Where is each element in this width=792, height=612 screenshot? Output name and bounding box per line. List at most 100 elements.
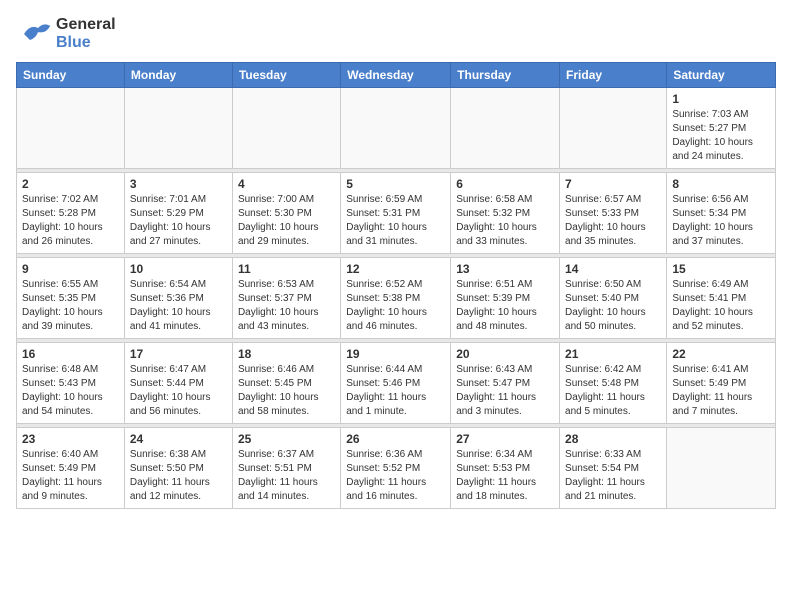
calendar-cell: 27 Sunrise: 6:34 AM Sunset: 5:53 PM Dayli… — [451, 428, 560, 509]
logo: General Blue — [16, 16, 116, 52]
calendar-cell: 12 Sunrise: 6:52 AM Sunset: 5:38 PM Dayli… — [341, 258, 451, 339]
calendar-cell: 4 Sunrise: 7:00 AM Sunset: 5:30 PM Daylig… — [232, 173, 340, 254]
week-row-4: 16 Sunrise: 6:48 AM Sunset: 5:43 PM Dayli… — [17, 343, 776, 424]
calendar-cell — [341, 88, 451, 169]
day-info: Sunrise: 6:41 AM Sunset: 5:49 PM Dayligh… — [672, 363, 770, 419]
calendar-cell: 2 Sunrise: 7:02 AM Sunset: 5:28 PM Daylig… — [17, 173, 125, 254]
calendar-cell: 22 Sunrise: 6:41 AM Sunset: 5:49 PM Dayli… — [667, 343, 776, 424]
calendar-cell: 7 Sunrise: 6:57 AM Sunset: 5:33 PM Daylig… — [560, 173, 667, 254]
day-info: Sunrise: 6:37 AM Sunset: 5:51 PM Dayligh… — [238, 448, 335, 504]
day-number: 13 — [456, 262, 554, 276]
week-row-1: 1 Sunrise: 7:03 AM Sunset: 5:27 PM Daylig… — [17, 88, 776, 169]
calendar-cell: 9Sunrise: 6:55 AM Sunset: 5:35 PM Daylig… — [17, 258, 125, 339]
day-info: Sunrise: 6:52 AM Sunset: 5:38 PM Dayligh… — [346, 278, 445, 334]
calendar-cell: 3 Sunrise: 7:01 AM Sunset: 5:29 PM Daylig… — [124, 173, 232, 254]
day-info: Sunrise: 6:57 AM Sunset: 5:33 PM Dayligh… — [565, 193, 661, 249]
day-number: 26 — [346, 432, 445, 446]
day-info: Sunrise: 7:01 AM Sunset: 5:29 PM Dayligh… — [130, 193, 227, 249]
calendar-cell: 8 Sunrise: 6:56 AM Sunset: 5:34 PM Daylig… — [667, 173, 776, 254]
day-info: Sunrise: 6:42 AM Sunset: 5:48 PM Dayligh… — [565, 363, 661, 419]
day-info: Sunrise: 6:53 AM Sunset: 5:37 PM Dayligh… — [238, 278, 335, 334]
calendar-cell: 10 Sunrise: 6:54 AM Sunset: 5:36 PM Dayli… — [124, 258, 232, 339]
calendar-table: SundayMondayTuesdayWednesdayThursdayFrid… — [16, 62, 776, 509]
day-info: Sunrise: 6:48 AM Sunset: 5:43 PM Dayligh… — [22, 363, 119, 419]
calendar-cell: 23 Sunrise: 6:40 AM Sunset: 5:49 PM Dayli… — [17, 428, 125, 509]
calendar-cell: 17Sunrise: 6:47 AM Sunset: 5:44 PM Dayli… — [124, 343, 232, 424]
calendar-cell: 20 Sunrise: 6:43 AM Sunset: 5:47 PM Dayli… — [451, 343, 560, 424]
day-number: 7 — [565, 177, 661, 191]
day-info: Sunrise: 7:03 AM Sunset: 5:27 PM Dayligh… — [672, 108, 770, 164]
day-number: 5 — [346, 177, 445, 191]
day-number: 17 — [130, 347, 227, 361]
day-number: 15 — [672, 262, 770, 276]
day-info: Sunrise: 6:51 AM Sunset: 5:39 PM Dayligh… — [456, 278, 554, 334]
day-info: Sunrise: 6:46 AM Sunset: 5:45 PM Dayligh… — [238, 363, 335, 419]
day-info: Sunrise: 6:56 AM Sunset: 5:34 PM Dayligh… — [672, 193, 770, 249]
calendar-cell: 6Sunrise: 6:58 AM Sunset: 5:32 PM Daylig… — [451, 173, 560, 254]
day-number: 18 — [238, 347, 335, 361]
weekday-header-tuesday: Tuesday — [232, 63, 340, 88]
day-number: 2 — [22, 177, 119, 191]
day-info: Sunrise: 6:58 AM Sunset: 5:32 PM Dayligh… — [456, 193, 554, 249]
page-header: General Blue — [16, 16, 776, 52]
day-number: 20 — [456, 347, 554, 361]
day-number: 3 — [130, 177, 227, 191]
day-number: 4 — [238, 177, 335, 191]
day-info: Sunrise: 6:34 AM Sunset: 5:53 PM Dayligh… — [456, 448, 554, 504]
calendar-cell: 13 Sunrise: 6:51 AM Sunset: 5:39 PM Dayli… — [451, 258, 560, 339]
day-info: Sunrise: 6:50 AM Sunset: 5:40 PM Dayligh… — [565, 278, 661, 334]
day-number: 9 — [22, 262, 119, 276]
calendar-cell: 21 Sunrise: 6:42 AM Sunset: 5:48 PM Dayli… — [560, 343, 667, 424]
day-info: Sunrise: 6:40 AM Sunset: 5:49 PM Dayligh… — [22, 448, 119, 504]
weekday-header-friday: Friday — [560, 63, 667, 88]
day-number: 27 — [456, 432, 554, 446]
day-info: Sunrise: 6:43 AM Sunset: 5:47 PM Dayligh… — [456, 363, 554, 419]
day-info: Sunrise: 6:49 AM Sunset: 5:41 PM Dayligh… — [672, 278, 770, 334]
week-row-5: 23 Sunrise: 6:40 AM Sunset: 5:49 PM Dayli… — [17, 428, 776, 509]
calendar-cell: 25 Sunrise: 6:37 AM Sunset: 5:51 PM Dayli… — [232, 428, 340, 509]
day-info: Sunrise: 6:38 AM Sunset: 5:50 PM Dayligh… — [130, 448, 227, 504]
day-number: 10 — [130, 262, 227, 276]
day-info: Sunrise: 7:00 AM Sunset: 5:30 PM Dayligh… — [238, 193, 335, 249]
day-info: Sunrise: 6:36 AM Sunset: 5:52 PM Dayligh… — [346, 448, 445, 504]
calendar-cell — [232, 88, 340, 169]
calendar-cell: 26 Sunrise: 6:36 AM Sunset: 5:52 PM Dayli… — [341, 428, 451, 509]
day-number: 12 — [346, 262, 445, 276]
calendar-cell — [451, 88, 560, 169]
calendar-cell — [17, 88, 125, 169]
day-number: 23 — [22, 432, 119, 446]
day-number: 22 — [672, 347, 770, 361]
calendar-cell: 14 Sunrise: 6:50 AM Sunset: 5:40 PM Dayli… — [560, 258, 667, 339]
calendar-cell: 16 Sunrise: 6:48 AM Sunset: 5:43 PM Dayli… — [17, 343, 125, 424]
day-number: 14 — [565, 262, 661, 276]
day-number: 21 — [565, 347, 661, 361]
calendar-cell: 18 Sunrise: 6:46 AM Sunset: 5:45 PM Dayli… — [232, 343, 340, 424]
day-info: Sunrise: 6:59 AM Sunset: 5:31 PM Dayligh… — [346, 193, 445, 249]
calendar-cell: 11 Sunrise: 6:53 AM Sunset: 5:37 PM Dayli… — [232, 258, 340, 339]
calendar-cell — [124, 88, 232, 169]
day-number: 16 — [22, 347, 119, 361]
day-number: 1 — [672, 92, 770, 106]
day-number: 25 — [238, 432, 335, 446]
day-number: 8 — [672, 177, 770, 191]
weekday-header-row: SundayMondayTuesdayWednesdayThursdayFrid… — [17, 63, 776, 88]
weekday-header-monday: Monday — [124, 63, 232, 88]
logo-blue-text: Blue — [56, 34, 91, 51]
calendar-cell: 28Sunrise: 6:33 AM Sunset: 5:54 PM Dayli… — [560, 428, 667, 509]
calendar-cell: 1 Sunrise: 7:03 AM Sunset: 5:27 PM Daylig… — [667, 88, 776, 169]
week-row-3: 9Sunrise: 6:55 AM Sunset: 5:35 PM Daylig… — [17, 258, 776, 339]
day-info: Sunrise: 6:44 AM Sunset: 5:46 PM Dayligh… — [346, 363, 445, 419]
day-info: Sunrise: 6:54 AM Sunset: 5:36 PM Dayligh… — [130, 278, 227, 334]
day-number: 19 — [346, 347, 445, 361]
weekday-header-sunday: Sunday — [17, 63, 125, 88]
day-info: Sunrise: 6:33 AM Sunset: 5:54 PM Dayligh… — [565, 448, 661, 504]
week-row-2: 2 Sunrise: 7:02 AM Sunset: 5:28 PM Daylig… — [17, 173, 776, 254]
weekday-header-wednesday: Wednesday — [341, 63, 451, 88]
day-number: 11 — [238, 262, 335, 276]
weekday-header-thursday: Thursday — [451, 63, 560, 88]
day-info: Sunrise: 7:02 AM Sunset: 5:28 PM Dayligh… — [22, 193, 119, 249]
calendar-cell: 5 Sunrise: 6:59 AM Sunset: 5:31 PM Daylig… — [341, 173, 451, 254]
calendar-cell: 24Sunrise: 6:38 AM Sunset: 5:50 PM Dayli… — [124, 428, 232, 509]
weekday-header-saturday: Saturday — [667, 63, 776, 88]
logo-general-text: General — [56, 16, 116, 33]
